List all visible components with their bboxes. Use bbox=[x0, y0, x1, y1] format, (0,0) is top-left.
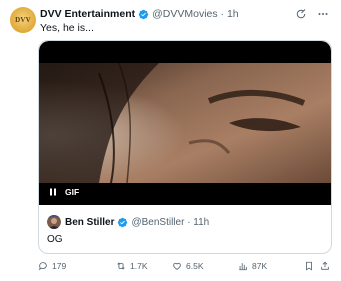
reply-count: 179 bbox=[52, 261, 67, 271]
repost-count: 1.7K bbox=[130, 261, 148, 271]
share-icon bbox=[321, 261, 329, 270]
gif-controls: GIF bbox=[49, 187, 79, 197]
tweet-header: DVV Entertainment @DVVMovies · 1h bbox=[40, 7, 239, 21]
quoted-author-name[interactable]: Ben Stiller bbox=[65, 217, 114, 228]
quoted-tweet-header: Ben Stiller @BenStiller · 11h bbox=[47, 215, 209, 229]
tweet[interactable]: DVV DVV Entertainment @DVVMovies · 1h Ye… bbox=[0, 0, 341, 281]
bookmark-icon bbox=[306, 261, 312, 271]
views-count: 87K bbox=[252, 261, 268, 271]
quoted-tweet-card[interactable]: GIF Ben Stiller @BenStiller · 11h OG bbox=[38, 40, 332, 254]
author-avatar[interactable]: DVV bbox=[10, 7, 36, 33]
author-handle-time[interactable]: @DVVMovies · 1h bbox=[152, 8, 239, 20]
views-button[interactable]: 87K bbox=[238, 259, 267, 273]
tweet-top-actions bbox=[295, 8, 329, 20]
tweet-actions: 179 1.7K 6.5K 87K bbox=[38, 259, 332, 273]
quoted-author-handle-time[interactable]: @BenStiller · 11h bbox=[131, 217, 209, 228]
like-count: 6.5K bbox=[186, 261, 204, 271]
repost-icon bbox=[117, 262, 125, 270]
pause-icon[interactable] bbox=[49, 188, 57, 196]
quoted-author-avatar[interactable] bbox=[47, 215, 61, 229]
more-icon[interactable] bbox=[317, 8, 329, 20]
quoted-tweet-text: OG bbox=[47, 234, 63, 245]
repost-button[interactable]: 1.7K bbox=[116, 259, 148, 273]
reply-icon bbox=[38, 262, 47, 271]
gif-badge: GIF bbox=[65, 187, 80, 197]
share-button[interactable] bbox=[320, 259, 330, 273]
grok-icon[interactable] bbox=[295, 8, 307, 20]
avatar-logo-text: DVV bbox=[15, 16, 31, 24]
tweet-text: Yes, he is... bbox=[40, 22, 94, 34]
like-icon bbox=[173, 262, 181, 270]
author-name[interactable]: DVV Entertainment bbox=[40, 8, 135, 20]
gif-frame-image bbox=[39, 63, 331, 183]
views-icon bbox=[239, 263, 247, 271]
like-button[interactable]: 6.5K bbox=[172, 259, 204, 273]
bookmark-button[interactable] bbox=[304, 259, 314, 273]
reply-button[interactable]: 179 bbox=[38, 259, 66, 273]
gif-media[interactable]: GIF bbox=[39, 41, 331, 205]
verified-icon bbox=[117, 217, 128, 228]
verified-icon bbox=[138, 9, 149, 20]
